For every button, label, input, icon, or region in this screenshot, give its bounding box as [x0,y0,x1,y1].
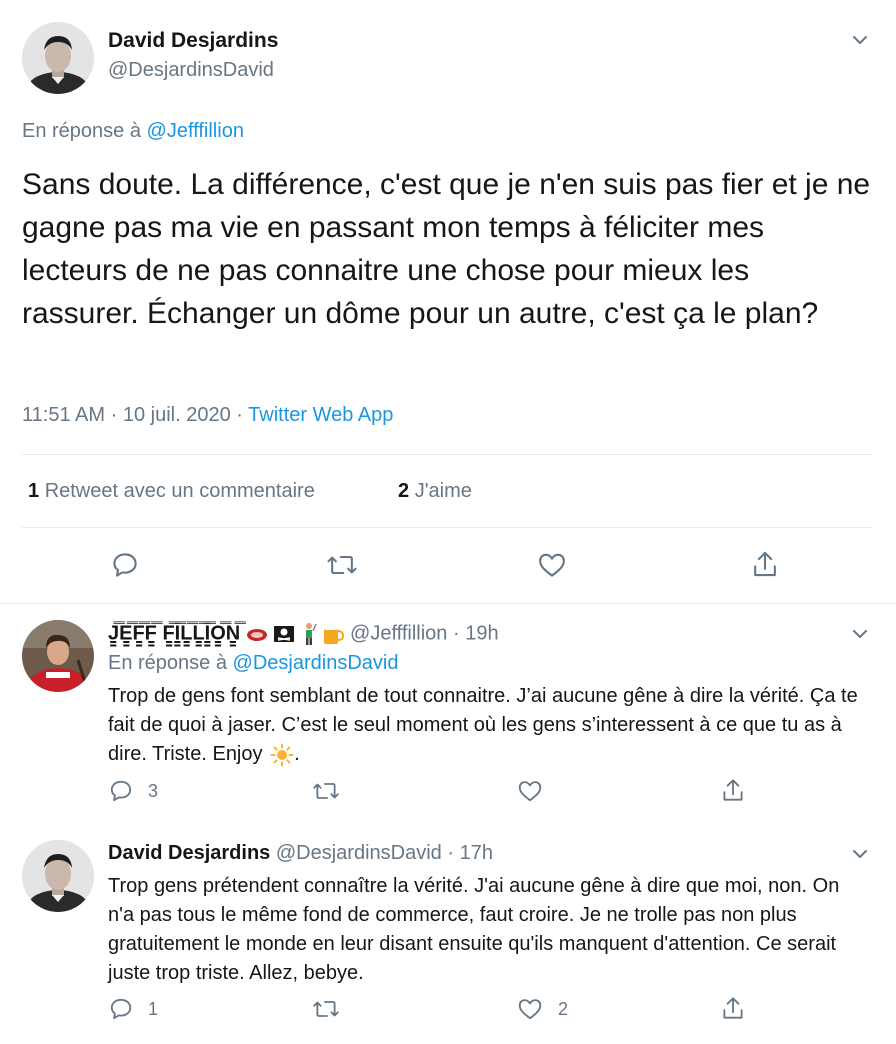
retweets-label: Retweet avec un commentaire [44,480,315,502]
beer-icon [324,625,345,644]
share-button[interactable] [720,994,746,1022]
reply-tweet[interactable]: David Desjardins @DesjardinsDavid · 17h … [0,824,896,1044]
tweet-source-link[interactable]: Twitter Web App [248,404,393,426]
author-handle[interactable]: @DesjardinsDavid [276,842,442,864]
author-name[interactable]: David Desjardins [108,842,270,864]
author-name[interactable]: David Desjardins [108,29,278,53]
skull-flag-icon [274,626,295,642]
divider [22,527,872,528]
share-button[interactable] [750,548,780,580]
retweet-button[interactable] [326,550,358,580]
meta-separator: · [236,404,243,426]
reply-icon [110,998,132,1020]
chevron-down-icon[interactable] [848,622,872,646]
likes-count: 2 [398,480,410,502]
header-separator: · [453,622,460,645]
reply-button[interactable]: 3 [108,778,158,804]
retweet-icon [313,783,339,799]
reply-mention-link[interactable]: @Jefffillion [147,120,244,142]
like-button[interactable] [536,550,568,580]
likes-stat[interactable]: 2 J'aime [398,480,472,503]
reply-tweet[interactable]: J̳̿E̳̿F̳̿F̳̿ F̳̿I̳̿L̳̿L̳̿I̳̿O̳̿N̳̿ @Jeff… [0,604,896,824]
reply-button[interactable]: 1 [108,996,158,1022]
author-name[interactable]: J̳̿E̳̿F̳̿F̳̿ F̳̿I̳̿L̳̿L̳̿I̳̿O̳̿N̳̿ [108,622,240,644]
reply-body: Trop de gens font semblant de tout conna… [108,685,858,765]
main-tweet: David Desjardins @DesjardinsDavid En rép… [0,0,896,604]
heart-icon [518,999,542,1020]
chevron-down-icon[interactable] [848,842,872,866]
divider [22,454,872,455]
retweet-icon [327,555,357,575]
header-separator: · [447,842,455,864]
tweet-meta: 11:51 AM · 10 juil. 2020 · Twitter Web A… [22,404,393,427]
tweet-age[interactable]: 17h [460,842,493,864]
retweet-button[interactable] [312,778,354,804]
share-button[interactable] [720,776,746,804]
tweet-time[interactable]: 11:51 AM [22,404,105,426]
avatar[interactable] [22,620,94,692]
sun-icon [270,743,294,767]
reply-prefix: En réponse à [22,120,141,142]
reply-button[interactable] [110,550,140,580]
reply-icon [110,780,132,802]
reply-header: J̳̿E̳̿F̳̿F̳̿ F̳̿I̳̿L̳̿L̳̿I̳̿O̳̿N̳̿ @Jeff… [108,622,499,646]
heart-icon [518,781,542,802]
author-emojis [246,622,350,645]
likes-label: J'aime [414,480,472,502]
like-button[interactable] [516,778,558,804]
reply-context: En réponse à @DesjardinsDavid [108,652,398,675]
retweets-count: 1 [28,480,40,502]
like-count: 2 [558,998,569,1019]
meat-icon [246,629,267,641]
reply-icon [113,553,137,577]
retweets-stat[interactable]: 1 Retweet avec un commentaire [28,480,315,503]
reply-count: 1 [148,998,159,1019]
reply-mention-link[interactable]: @DesjardinsDavid [233,652,399,674]
author-handle[interactable]: @DesjardinsDavid [108,59,274,82]
share-icon [754,551,776,577]
author-handle[interactable]: @Jefffillion [350,622,447,644]
retweet-icon [313,1001,339,1017]
heart-icon [539,553,565,577]
reply-context: En réponse à @Jefffillion [22,120,244,143]
retweet-button[interactable] [312,996,354,1022]
tweet-text: Sans doute. La différence, c'est que je … [22,168,871,330]
share-icon [723,779,743,801]
reply-text: Trop gens prétendent connaître la vérité… [108,875,840,984]
tweet-age[interactable]: 19h [465,622,498,644]
share-icon [723,997,743,1019]
reply-prefix: En réponse à [108,652,227,674]
reply-body-end: . [294,743,300,765]
golfer-icon [305,623,317,645]
avatar[interactable] [22,840,94,912]
chevron-down-icon[interactable] [848,28,872,52]
reply-text: Trop de gens font semblant de tout conna… [108,682,868,769]
tweet-date[interactable]: 10 juil. 2020 [123,404,231,426]
reply-header: David Desjardins @DesjardinsDavid · 17h [108,842,493,865]
meta-separator: · [110,404,118,426]
like-button[interactable]: 2 [516,996,568,1022]
reply-count: 3 [148,780,159,801]
avatar[interactable] [22,22,94,94]
